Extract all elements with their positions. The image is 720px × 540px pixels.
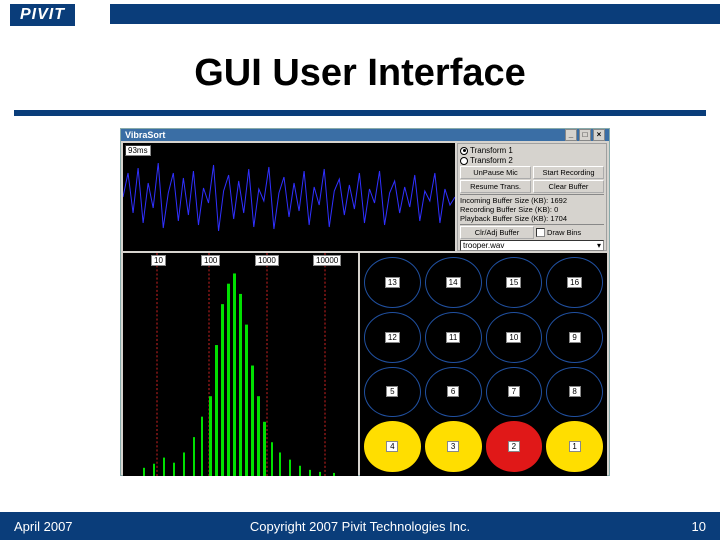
slide-title: GUI User Interface <box>0 52 720 95</box>
cell-number: 10 <box>506 332 521 343</box>
grid-cell[interactable]: 6 <box>425 367 482 418</box>
clear-buffer-button[interactable]: Clear Buffer <box>533 180 604 193</box>
grid-cell[interactable]: 14 <box>425 257 482 308</box>
grid-cell[interactable]: 4 <box>364 421 421 472</box>
transform2-radio[interactable]: Transform 2 <box>460 156 604 165</box>
radio-icon <box>460 147 468 155</box>
cell-number: 1 <box>569 441 581 452</box>
cell-number: 15 <box>506 277 521 288</box>
title-underline <box>14 110 706 116</box>
cell-number: 12 <box>385 332 400 343</box>
transform1-radio[interactable]: Transform 1 <box>460 146 604 155</box>
grid-cell[interactable]: 13 <box>364 257 421 308</box>
grid-cell[interactable]: 5 <box>364 367 421 418</box>
grid-cell[interactable]: 3 <box>425 421 482 472</box>
app-screenshot: VibraSort _ □ × 93ms Transform 1 T <box>120 128 610 476</box>
control-panel: Transform 1 Transform 2 UnPause Mic Star… <box>457 143 607 251</box>
spec-label: 100 <box>201 255 220 266</box>
cell-number: 8 <box>569 386 581 397</box>
cell-number: 14 <box>446 277 461 288</box>
buffer-info: Incoming Buffer Size (KB): 1692 Recordin… <box>460 194 604 225</box>
radio-label: Transform 2 <box>470 156 513 165</box>
spec-label: 1000 <box>255 255 279 266</box>
top-band: PIVIT <box>0 0 720 32</box>
logo-stripe <box>110 4 720 24</box>
grid-cell[interactable]: 7 <box>486 367 543 418</box>
ms-readout: 93ms <box>125 145 151 156</box>
info-line: Incoming Buffer Size (KB): 1692 <box>460 196 604 205</box>
sensor-grid: 13 14 15 16 12 11 10 9 5 6 7 8 4 3 2 1 <box>360 253 607 476</box>
checkbox-label: Draw Bins <box>547 228 581 237</box>
unpause-mic-button[interactable]: UnPause Mic <box>460 166 531 179</box>
grid-cell[interactable]: 10 <box>486 312 543 363</box>
chevron-down-icon: ▾ <box>597 241 601 250</box>
cell-number: 2 <box>508 441 520 452</box>
checkbox-icon <box>536 228 545 237</box>
cell-number: 5 <box>386 386 398 397</box>
logo: PIVIT <box>10 4 75 26</box>
footer-copyright: Copyright 2007 Pivit Technologies Inc. <box>0 519 720 534</box>
spectrum-plot <box>123 253 358 476</box>
grid-cell[interactable]: 1 <box>546 421 603 472</box>
cell-number: 16 <box>567 277 582 288</box>
cell-number: 13 <box>385 277 400 288</box>
resume-trans-button[interactable]: Resume Trans. <box>460 180 531 193</box>
grid-cell[interactable]: 15 <box>486 257 543 308</box>
waveform-plot <box>123 143 455 251</box>
cell-number: 11 <box>446 332 460 343</box>
window-title: VibraSort <box>125 130 165 140</box>
spec-label: 10 <box>151 255 166 266</box>
combo-value: trooper.wav <box>463 241 504 250</box>
grid-cell[interactable]: 12 <box>364 312 421 363</box>
file-combo[interactable]: trooper.wav ▾ <box>460 240 604 251</box>
draw-bins-checkbox[interactable]: Draw Bins <box>536 226 604 239</box>
grid-cell[interactable]: 8 <box>546 367 603 418</box>
clr-adj-buffer-button[interactable]: Clr/Adj Buffer <box>460 226 534 239</box>
radio-label: Transform 1 <box>470 146 513 155</box>
grid-cell[interactable]: 11 <box>425 312 482 363</box>
cell-number: 7 <box>508 386 520 397</box>
grid-cell[interactable]: 9 <box>546 312 603 363</box>
cell-number: 4 <box>386 441 398 452</box>
cell-number: 6 <box>447 386 459 397</box>
window-titlebar: VibraSort _ □ × <box>121 129 609 141</box>
grid-cell[interactable]: 2 <box>486 421 543 472</box>
waveform-panel: 93ms <box>123 143 455 251</box>
info-line: Recording Buffer Size (KB): 0 <box>460 205 604 214</box>
spec-label: 10000 <box>313 255 341 266</box>
info-line: Playback Buffer Size (KB): 1704 <box>460 214 604 223</box>
minimize-button[interactable]: _ <box>565 129 577 141</box>
radio-icon <box>460 157 468 165</box>
footer-bar: April 2007 Copyright 2007 Pivit Technolo… <box>0 512 720 540</box>
grid-cell[interactable]: 16 <box>546 257 603 308</box>
cell-number: 3 <box>447 441 459 452</box>
start-recording-button[interactable]: Start Recording <box>533 166 604 179</box>
cell-number: 9 <box>569 332 581 343</box>
close-button[interactable]: × <box>593 129 605 141</box>
spectrum-panel: 10 100 1000 10000 <box>123 253 358 476</box>
maximize-button[interactable]: □ <box>579 129 591 141</box>
